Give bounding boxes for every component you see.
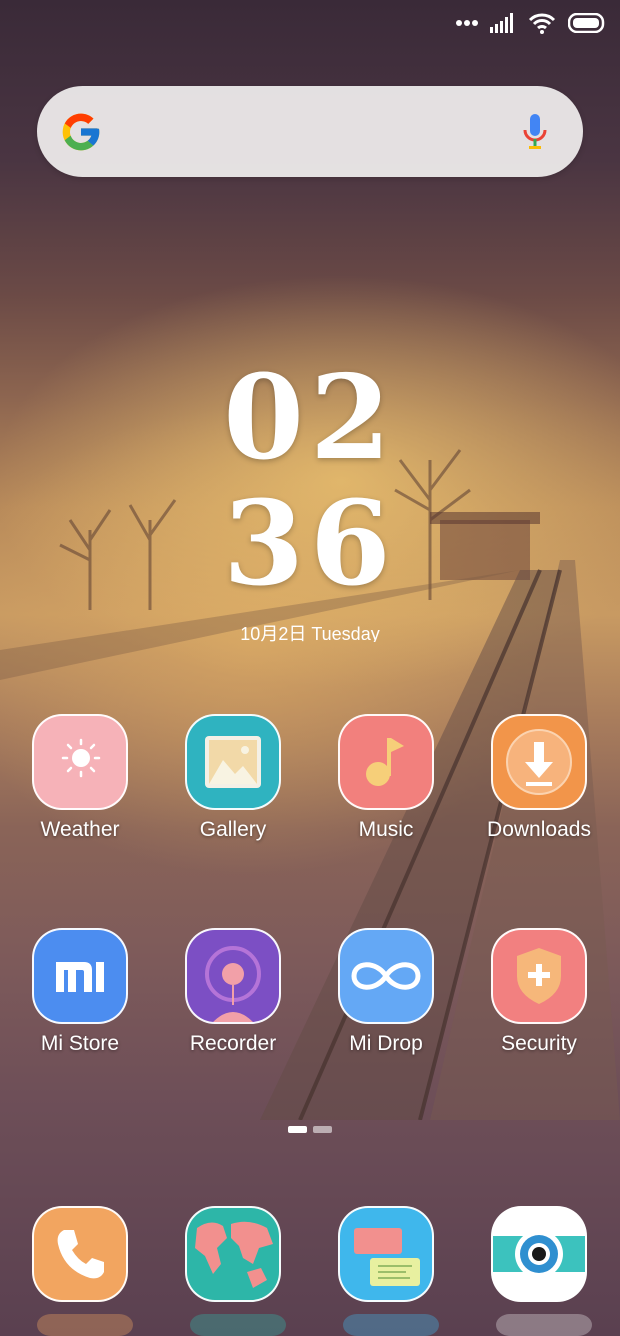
dock-reflection [37,1314,592,1336]
dock-messages[interactable] [311,1206,461,1302]
app-gallery[interactable]: Gallery [158,714,308,842]
dock-phone[interactable] [5,1206,155,1302]
status-bar [0,0,620,46]
app-label: Mi Store [40,1032,120,1055]
page-dot [313,1126,332,1133]
app-downloads[interactable]: Downloads [464,714,614,842]
downloads-icon [491,714,587,810]
clock-minutes: 36 [223,476,397,612]
app-music[interactable]: Music [311,714,461,842]
app-label: Downloads [487,818,591,841]
app-label: Mi Drop [349,1032,423,1055]
dots-icon [456,20,478,26]
signal-icon [490,13,513,33]
app-label: Music [358,818,414,841]
clock-hours: 02 [223,350,397,486]
page-indicator[interactable] [288,1126,332,1133]
dock-camera[interactable] [464,1206,614,1302]
dock-browser[interactable] [158,1206,308,1302]
clock-date: 10月2日 Tuesday [240,624,380,642]
weather-icon [32,714,128,810]
google-g-icon [62,113,100,151]
gallery-icon [185,714,281,810]
clock-widget[interactable]: 02 36 [0,355,620,607]
mi-drop-icon [338,928,434,1024]
app-label: Weather [40,818,120,841]
messages-icon [338,1206,434,1302]
app-label: Gallery [199,818,267,841]
recorder-icon [185,928,281,1024]
wifi-icon [528,13,556,34]
camera-icon [491,1206,587,1302]
app-label: Security [501,1032,577,1055]
google-search-bar[interactable] [37,86,583,177]
app-recorder[interactable]: Recorder [158,928,308,1056]
security-icon [491,928,587,1024]
mic-icon[interactable] [521,112,549,152]
battery-icon [568,13,605,33]
app-mi-store[interactable]: Mi Store [5,928,155,1056]
page-dot-active [288,1126,307,1133]
app-label: Recorder [189,1032,277,1055]
music-icon [338,714,434,810]
app-weather[interactable]: Weather [5,714,155,842]
globe-map-icon [185,1206,281,1302]
app-mi-drop[interactable]: Mi Drop [311,928,461,1056]
phone-icon [32,1206,128,1302]
mi-store-icon [32,928,128,1024]
app-security[interactable]: Security [464,928,614,1056]
